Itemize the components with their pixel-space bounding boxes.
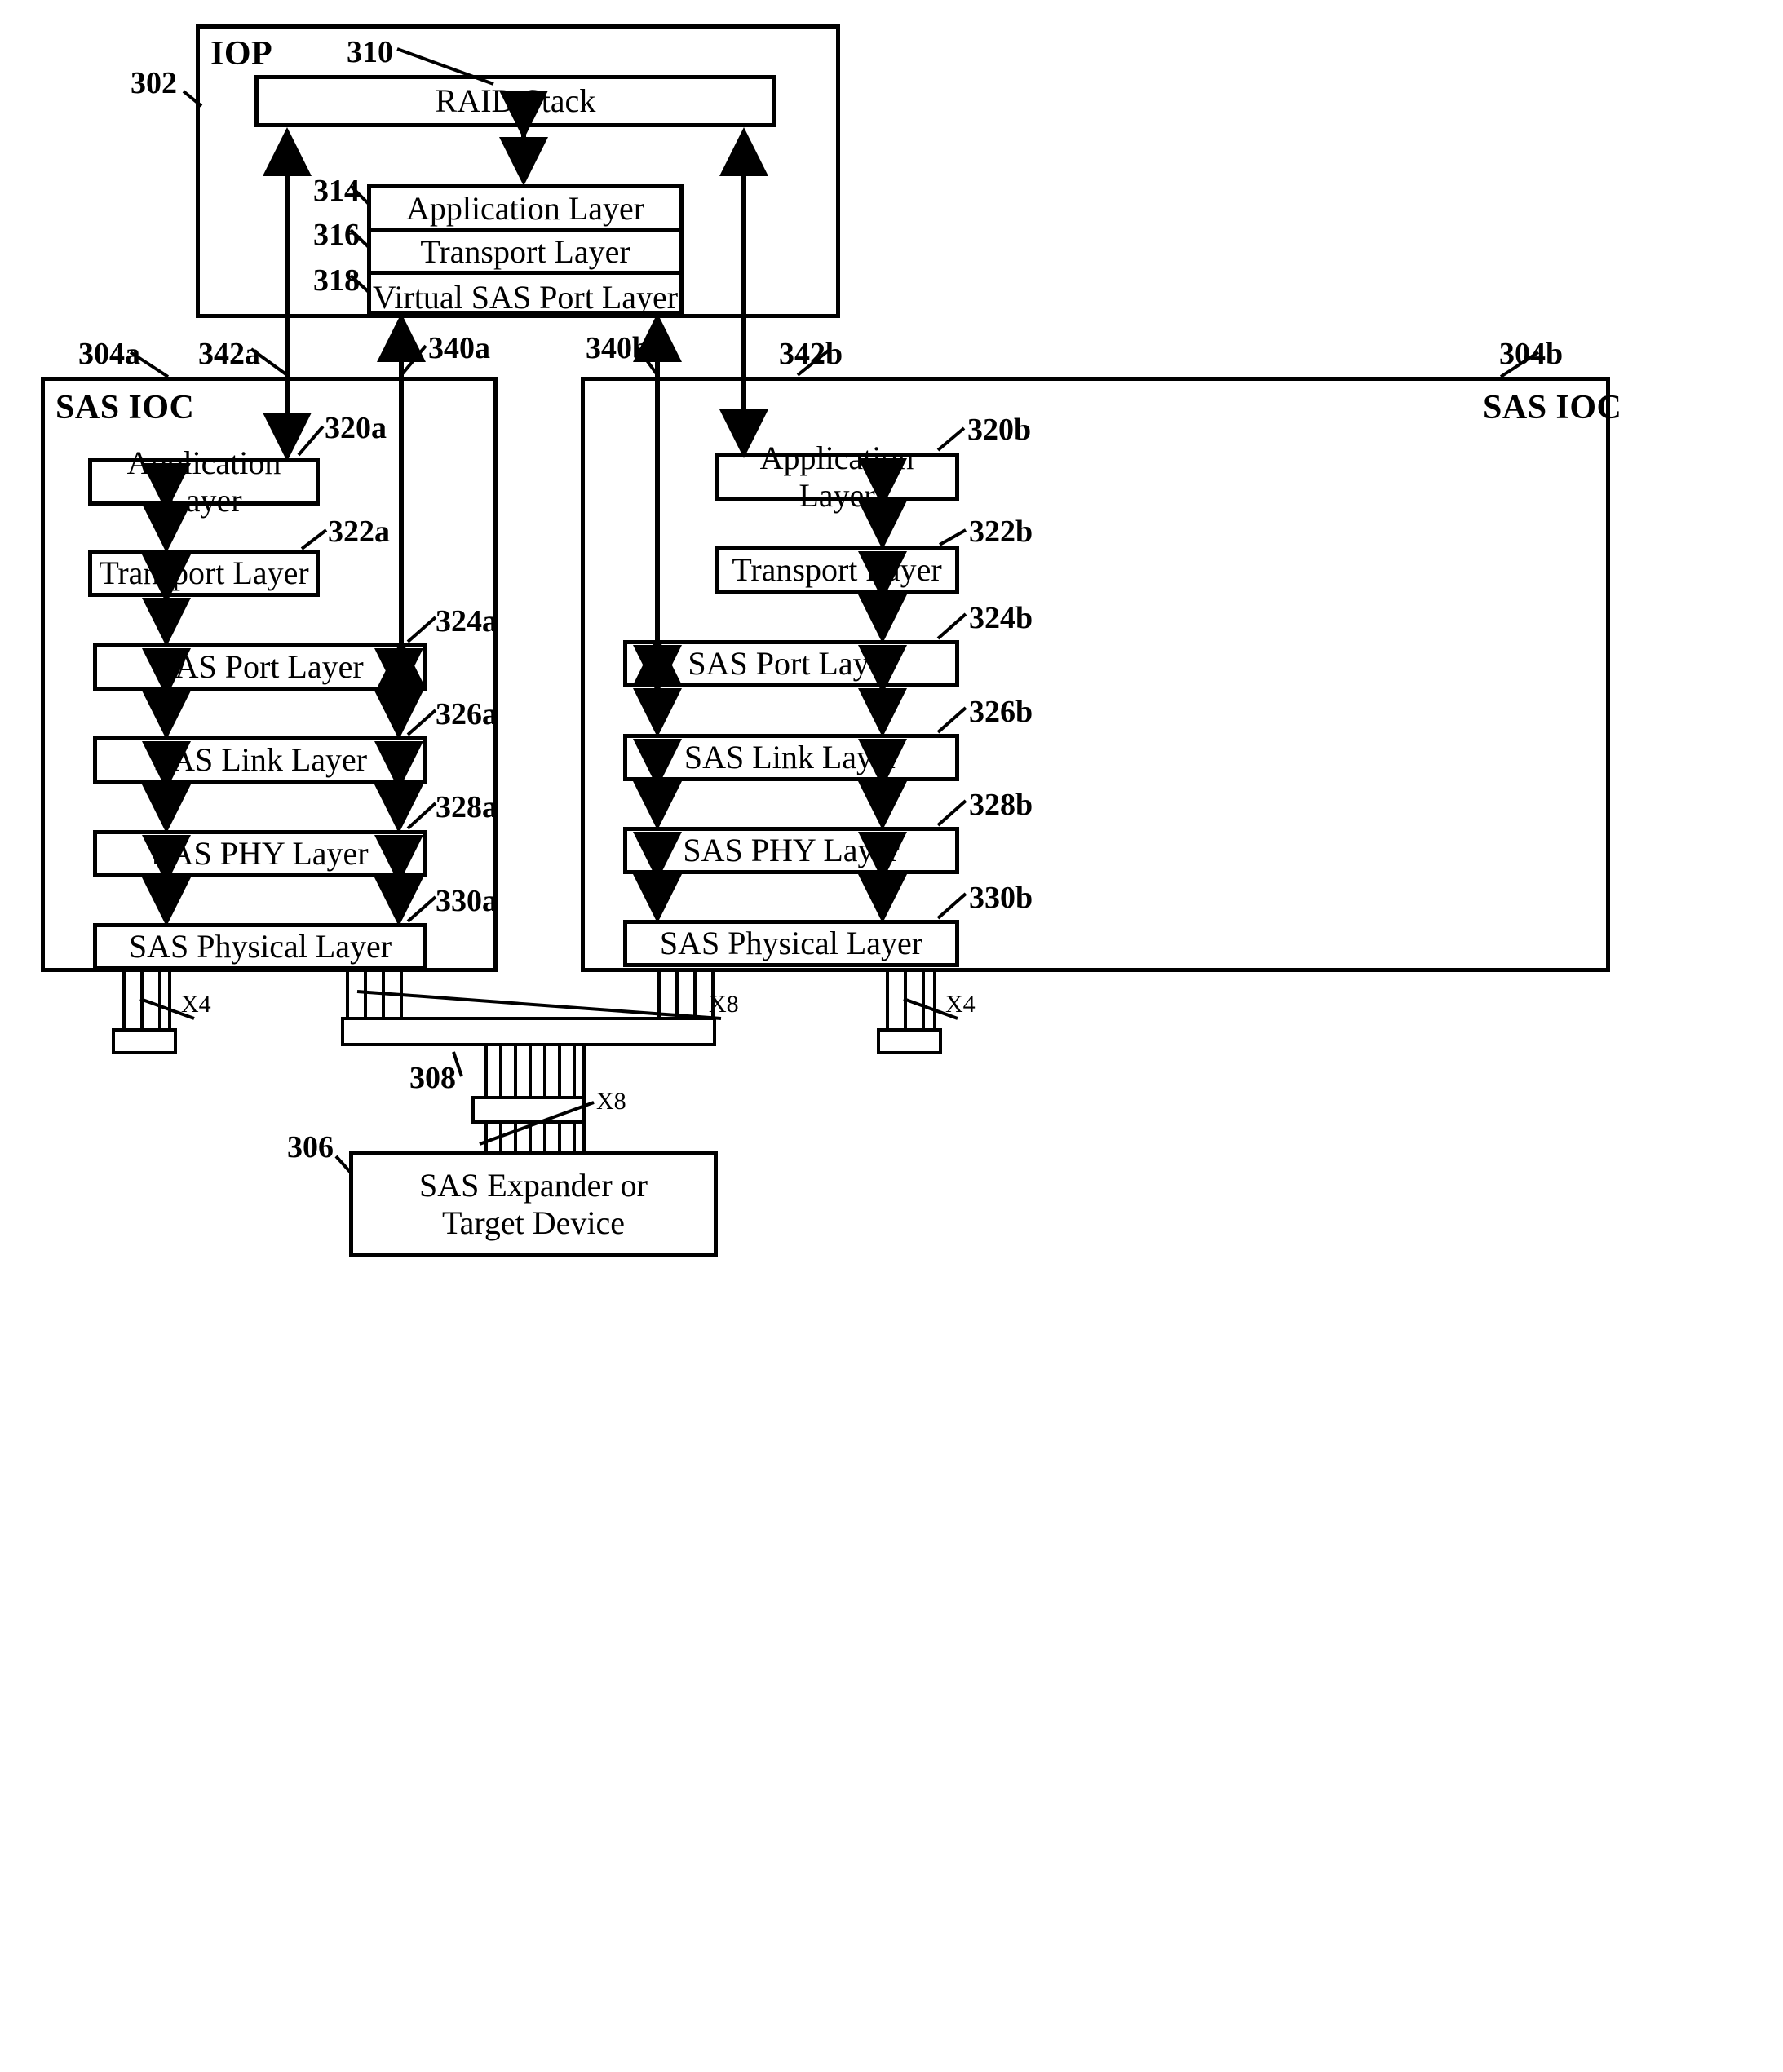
iop-layer-transport: Transport Layer bbox=[371, 232, 679, 275]
ref-328b: 328b bbox=[969, 788, 1033, 822]
figure-canvas: IOP 302 RAID Stack 310 Application Layer… bbox=[0, 0, 1783, 2072]
ioc-a-sas-phy-layer: SAS PHY Layer bbox=[93, 830, 427, 877]
ref-324a: 324a bbox=[436, 604, 498, 638]
sas-expander-target-box: SAS Expander or Target Device bbox=[349, 1151, 718, 1257]
ref-326b: 326b bbox=[969, 695, 1033, 729]
label-x4-right: X4 bbox=[945, 991, 976, 1018]
ioc-b-sas-phy-layer: SAS PHY Layer bbox=[623, 827, 959, 874]
ioc-a-application-layer: Application Layer bbox=[88, 444, 320, 519]
ioc-b-sas-link-layer: SAS Link Layer bbox=[623, 734, 959, 781]
ioc-a-sas-physical-layer: SAS Physical Layer bbox=[93, 923, 427, 970]
iop-title: IOP bbox=[210, 35, 273, 73]
connector-backplane-308 bbox=[341, 1017, 716, 1046]
ref-302: 302 bbox=[131, 66, 177, 100]
ioc-b-sas-port-layer: SAS Port Layer bbox=[623, 640, 959, 687]
ioc-a-sas-port-layer: SAS Port Layer bbox=[93, 643, 427, 691]
ref-320b: 320b bbox=[967, 413, 1032, 447]
ref-326a: 326a bbox=[436, 697, 498, 731]
ref-304a: 304a bbox=[78, 337, 140, 371]
ref-340b: 340b bbox=[586, 331, 650, 365]
ref-328a: 328a bbox=[436, 790, 498, 824]
label-x8-expander: X8 bbox=[596, 1088, 626, 1115]
ref-322b: 322b bbox=[969, 515, 1033, 549]
iop-layer-application: Application Layer bbox=[371, 188, 679, 232]
ref-322a: 322a bbox=[328, 515, 390, 549]
ref-320a: 320a bbox=[325, 411, 387, 445]
expander-line-2: Target Device bbox=[441, 1204, 626, 1241]
ioc-b-application-layer: Application Layer bbox=[715, 440, 959, 514]
ref-324b: 324b bbox=[969, 601, 1033, 635]
ref-308: 308 bbox=[409, 1061, 456, 1095]
iop-layer-stack: Application Layer Transport Layer Virtua… bbox=[367, 184, 684, 316]
ioc-b-transport-layer: Transport Layer bbox=[715, 546, 959, 594]
ref-318: 318 bbox=[313, 263, 360, 298]
expander-line-1: SAS Expander or bbox=[419, 1167, 648, 1204]
connector-plug-expander-x8 bbox=[471, 1096, 586, 1124]
ref-314: 314 bbox=[313, 174, 360, 208]
ioc-a-sas-link-layer: SAS Link Layer bbox=[93, 736, 427, 784]
ref-330b: 330b bbox=[969, 881, 1033, 915]
label-x4-left: X4 bbox=[181, 991, 211, 1018]
raid-stack-box: RAID Stack bbox=[254, 75, 776, 127]
connector-plug-right-x4 bbox=[877, 1028, 942, 1054]
iop-layer-virtual-sas-port: Virtual SAS Port Layer bbox=[372, 278, 679, 316]
ref-330a: 330a bbox=[436, 884, 498, 918]
ref-306: 306 bbox=[287, 1130, 334, 1164]
ioc-b-title: SAS IOC bbox=[1483, 389, 1622, 426]
ref-310: 310 bbox=[347, 35, 393, 69]
ioc-a-transport-layer: Transport Layer bbox=[88, 550, 320, 597]
ioc-a-title: SAS IOC bbox=[55, 389, 195, 426]
ref-316: 316 bbox=[313, 218, 360, 252]
ref-342a: 342a bbox=[198, 337, 260, 371]
ref-340a: 340a bbox=[428, 331, 490, 365]
ref-304b: 304b bbox=[1499, 337, 1564, 371]
label-x8-center: X8 bbox=[709, 991, 739, 1018]
ref-342b: 342b bbox=[779, 337, 843, 371]
connector-plug-left-x4 bbox=[112, 1028, 177, 1054]
ioc-b-sas-physical-layer: SAS Physical Layer bbox=[623, 920, 959, 967]
